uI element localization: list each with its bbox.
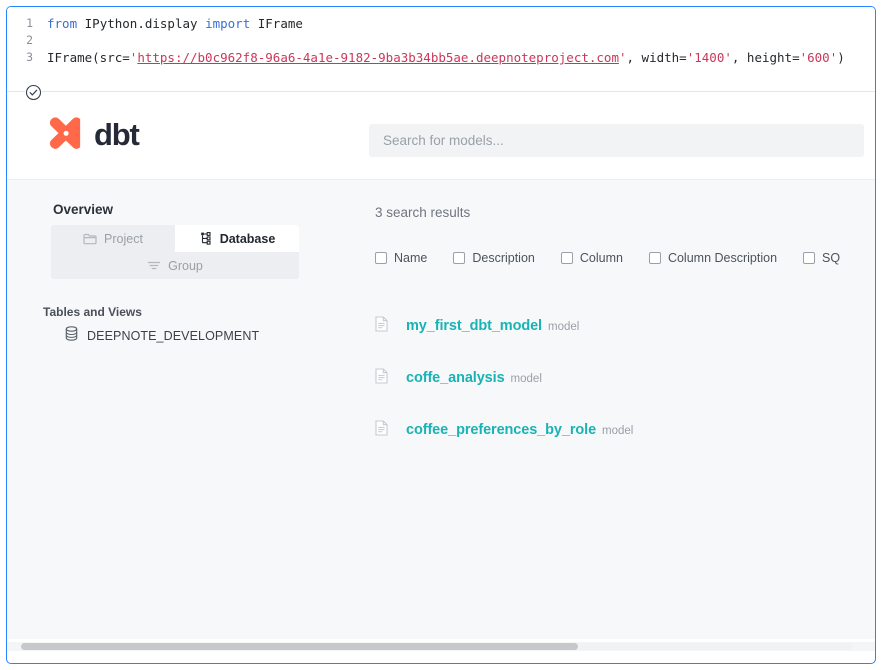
sidebar-node-label: DEEPNOTE_DEVELOPMENT bbox=[87, 329, 260, 343]
line-number: 2 bbox=[26, 33, 33, 47]
sidebar-node-deepnote-development[interactable]: DEEPNOTE_DEVELOPMENT bbox=[65, 326, 259, 346]
document-icon bbox=[375, 315, 388, 337]
check-circle-icon[interactable] bbox=[25, 84, 42, 101]
code-token-keyword: from bbox=[47, 16, 85, 31]
sidebar-tab-strip: Project Database Group bbox=[51, 225, 299, 279]
dbt-header: dbt bbox=[7, 93, 875, 180]
overview-title: Overview bbox=[53, 202, 114, 217]
result-name[interactable]: coffee_preferences_by_role bbox=[406, 422, 596, 438]
search-input[interactable] bbox=[369, 124, 864, 157]
dbt-wordmark: dbt bbox=[94, 116, 140, 152]
horizontal-scrollbar[interactable] bbox=[7, 642, 875, 651]
result-name[interactable]: coffe_analysis bbox=[406, 370, 505, 386]
tab-project[interactable]: Project bbox=[51, 225, 175, 252]
filter-label: Description bbox=[472, 251, 535, 265]
code-line: 3 IFrame(src= 'https://b0c962f8-96a6-4a1e-… bbox=[7, 49, 875, 66]
result-item[interactable]: coffe_analysis model bbox=[375, 352, 875, 404]
tab-group-label: Group bbox=[168, 258, 203, 273]
result-kind: model bbox=[548, 321, 580, 333]
cell-divider bbox=[7, 91, 875, 92]
result-kind: model bbox=[510, 373, 542, 385]
filter-label: Name bbox=[394, 251, 428, 265]
tab-database[interactable]: Database bbox=[175, 225, 299, 252]
dbt-docs-iframe: dbt Overview Project bbox=[7, 93, 875, 639]
code-token-string: '1400' bbox=[686, 50, 732, 65]
code-token-url[interactable]: https://b0c962f8-96a6-4a1e-9182-9ba3b34b… bbox=[137, 50, 619, 65]
filter-lines-icon bbox=[147, 260, 161, 271]
document-icon bbox=[375, 367, 388, 389]
results-count: 3 search results bbox=[375, 205, 471, 220]
filter-label: Column Description bbox=[667, 251, 778, 265]
code-token-identifier: , width= bbox=[626, 50, 687, 65]
section-label-tables-and-views: Tables and Views bbox=[43, 305, 142, 319]
filter-column-description[interactable]: Column Description bbox=[648, 251, 778, 265]
search-results-list: my_first_dbt_model model coffe_analysis mo… bbox=[375, 300, 875, 456]
code-token-string: '600' bbox=[799, 50, 838, 65]
tab-project-label: Project bbox=[104, 231, 143, 246]
code-token-identifier: IPython.display bbox=[84, 16, 206, 31]
code-editor[interactable]: 1 from IPython.display import IFrame 2 3I… bbox=[7, 7, 875, 89]
code-token-string: ' bbox=[618, 50, 627, 65]
line-number: 1 bbox=[26, 16, 33, 30]
checkbox-column-description[interactable] bbox=[648, 252, 661, 264]
results-panel: 3 search results Name Description Column… bbox=[327, 180, 875, 639]
dbt-logo[interactable]: dbt bbox=[49, 116, 140, 152]
code-token-identifier: IFrame(src= bbox=[47, 50, 130, 65]
checkbox-column[interactable] bbox=[560, 252, 573, 264]
code-line: 2 bbox=[7, 32, 875, 49]
database-icon bbox=[65, 326, 78, 346]
dbt-logo-icon bbox=[49, 116, 85, 152]
line-number: 3 bbox=[26, 50, 33, 64]
folder-icon bbox=[83, 233, 97, 245]
notebook-cell[interactable]: 1 from IPython.display import IFrame 2 3I… bbox=[6, 6, 876, 664]
checkbox-description[interactable] bbox=[453, 252, 466, 264]
filter-column[interactable]: Column bbox=[560, 251, 623, 265]
filter-label: Column bbox=[579, 251, 623, 265]
scrollbar-thumb[interactable] bbox=[21, 643, 578, 650]
sidebar: Overview Project Database Group Tables a… bbox=[7, 180, 327, 639]
code-line: 1 from IPython.display import IFrame bbox=[7, 15, 875, 32]
result-name[interactable]: my_first_dbt_model bbox=[406, 318, 542, 334]
tree-hierarchy-icon bbox=[199, 232, 213, 245]
code-token-identifier: IFrame bbox=[257, 16, 303, 31]
filter-label: SQ bbox=[822, 251, 841, 265]
tab-database-label: Database bbox=[219, 231, 276, 246]
filter-name[interactable]: Name bbox=[375, 251, 427, 265]
result-kind: model bbox=[602, 425, 634, 437]
filter-checkbox-row: Name Description Column Column Descripti… bbox=[375, 251, 840, 265]
code-token-identifier: ) bbox=[837, 50, 845, 65]
checkbox-name[interactable] bbox=[375, 252, 387, 264]
filter-sql[interactable]: SQ bbox=[803, 251, 840, 265]
filter-description[interactable]: Description bbox=[453, 251, 535, 265]
code-token-identifier: , height= bbox=[731, 50, 800, 65]
checkbox-sql[interactable] bbox=[803, 252, 816, 264]
document-icon bbox=[375, 419, 388, 441]
result-item[interactable]: coffee_preferences_by_role model bbox=[375, 404, 875, 456]
code-token-keyword: import bbox=[205, 16, 258, 31]
tab-group[interactable]: Group bbox=[51, 252, 299, 279]
result-item[interactable]: my_first_dbt_model model bbox=[375, 300, 875, 352]
